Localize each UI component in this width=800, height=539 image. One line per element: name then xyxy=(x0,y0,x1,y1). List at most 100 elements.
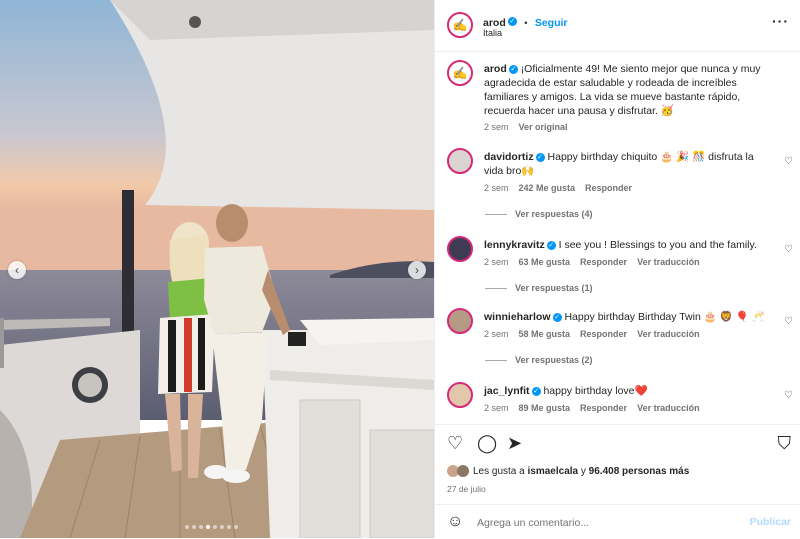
likes-joiner: y xyxy=(580,465,586,477)
share-paper-plane-icon[interactable]: ➤ xyxy=(507,433,522,454)
post-date[interactable]: 27 de julio xyxy=(447,484,486,494)
verified-badge-icon: ✓ xyxy=(552,312,562,322)
see-original-link[interactable]: Ver original xyxy=(519,122,568,132)
comment-text: jac_lynfit ✓ happy birthday love❤️ xyxy=(484,384,766,398)
comment-input[interactable] xyxy=(475,513,739,533)
comment-body: I see you ! Blessings to you and the fam… xyxy=(558,239,757,251)
comment-time[interactable]: 2 sem xyxy=(484,329,509,339)
comment-likes[interactable]: 89 Me gusta xyxy=(519,403,571,413)
comment-body: Happy birthday Birthday Twin 🎂 🦁 🎈 🥂 xyxy=(564,311,765,323)
caption-time[interactable]: 2 sem xyxy=(484,122,509,132)
liker-avatar xyxy=(457,465,469,477)
carousel-dot xyxy=(220,525,224,529)
carousel-dot xyxy=(199,525,203,529)
commenter-handle[interactable]: jac_lynfit xyxy=(484,385,530,397)
caption-avatar[interactable]: ✍ xyxy=(447,60,473,86)
separator: • xyxy=(524,18,528,28)
photo-illustration xyxy=(0,0,434,538)
verified-badge-icon: ✓ xyxy=(531,386,541,396)
next-slide-button[interactable]: › xyxy=(408,261,426,279)
comment-like-heart-icon[interactable]: ♡ xyxy=(784,156,793,167)
signature-logo-icon: ✍ xyxy=(452,18,468,32)
post-location[interactable]: Italia xyxy=(483,28,502,38)
verified-badge-icon: ✓ xyxy=(508,64,518,74)
likes-row: Les gusta a ismaelcala y 96.408 personas… xyxy=(447,465,689,477)
commenter-avatar[interactable] xyxy=(447,308,473,334)
carousel-dot xyxy=(185,525,189,529)
commenter-handle[interactable]: lennykravitz xyxy=(484,239,545,251)
signature-logo-icon: ✍ xyxy=(452,66,468,80)
commenter-avatar[interactable] xyxy=(447,382,473,408)
carousel-dot xyxy=(213,525,217,529)
emoji-picker-icon[interactable]: ☺ xyxy=(447,513,463,531)
publish-button[interactable]: Publicar xyxy=(750,516,791,528)
comment-likes[interactable]: 242 Me gusta xyxy=(519,183,576,193)
post-header: ✍ arod ✓ • Seguir Italia ··· xyxy=(435,0,800,52)
comment-meta: 2 sem 89 Me gusta Responder Ver traducción xyxy=(484,403,700,413)
carousel-dot xyxy=(206,525,210,529)
carousel-dot xyxy=(234,525,238,529)
caption-text: arod ✓ ¡Oficialmente 49! Me siento mejor … xyxy=(484,62,766,118)
translate-link[interactable]: Ver traducción xyxy=(637,329,700,339)
comment-text: davidortiz ✓ Happy birthday chiquito 🎂 🎉 … xyxy=(484,150,766,178)
commenter-avatar[interactable] xyxy=(447,148,473,174)
reply-button[interactable]: Responder xyxy=(580,403,627,413)
likes-count[interactable]: 96.408 personas más xyxy=(589,466,690,477)
caption-meta: 2 sem Ver original xyxy=(484,122,568,132)
translate-link[interactable]: Ver traducción xyxy=(637,257,700,267)
reply-button[interactable]: Responder xyxy=(580,257,627,267)
view-replies-label: Ver respuestas (1) xyxy=(515,283,593,293)
follow-button[interactable]: Seguir xyxy=(535,17,568,29)
commenter-avatar[interactable] xyxy=(447,236,473,262)
replies-divider xyxy=(485,287,507,289)
comment-composer: ☺ Publicar xyxy=(435,504,800,539)
comment-meta: 2 sem 58 Me gusta Responder Ver traducción xyxy=(484,329,700,339)
liker-handle[interactable]: ismaelcala xyxy=(528,466,579,477)
previous-slide-button[interactable]: ‹ xyxy=(8,261,26,279)
comment-like-heart-icon[interactable]: ♡ xyxy=(784,316,793,327)
comment-time[interactable]: 2 sem xyxy=(484,183,509,193)
view-replies-button[interactable]: Ver respuestas (2) xyxy=(485,355,593,365)
save-bookmark-icon[interactable]: ⛉ xyxy=(778,433,792,454)
comment-meta: 2 sem 63 Me gusta Responder Ver traducción xyxy=(484,257,700,267)
view-replies-label: Ver respuestas (2) xyxy=(515,355,593,365)
replies-divider xyxy=(485,359,507,361)
comment-body: happy birthday love❤️ xyxy=(543,385,648,397)
commenter-handle[interactable]: davidortiz xyxy=(484,151,534,163)
post-photo[interactable]: ‹ › xyxy=(0,0,434,538)
translate-link[interactable]: Ver traducción xyxy=(637,403,700,413)
reply-button[interactable]: Responder xyxy=(580,329,627,339)
carousel-dot xyxy=(227,525,231,529)
comment-like-heart-icon[interactable]: ♡ xyxy=(784,390,793,401)
comment-meta: 2 sem 242 Me gusta Responder xyxy=(484,183,632,193)
author-avatar[interactable]: ✍ xyxy=(447,12,473,38)
reply-button[interactable]: Responder xyxy=(585,183,632,193)
carousel-dot xyxy=(192,525,196,529)
verified-badge-icon: ✓ xyxy=(546,240,556,250)
likes-text: Les gusta a ismaelcala y 96.408 personas… xyxy=(473,466,689,477)
caption-body: ¡Oficialmente 49! Me siento mejor que nu… xyxy=(484,63,761,117)
comment-time[interactable]: 2 sem xyxy=(484,257,509,267)
carousel-dots xyxy=(185,525,238,529)
comment-text: lennykravitz ✓ I see you ! Blessings to y… xyxy=(484,238,766,252)
comment-bubble-icon[interactable]: ◯ xyxy=(477,433,497,454)
comment-like-heart-icon[interactable]: ♡ xyxy=(784,244,793,255)
chevron-right-icon: › xyxy=(415,263,419,277)
caption-author[interactable]: arod xyxy=(484,63,507,75)
action-bar: ♡ ◯ ➤ ⛉ Les gusta a ismaelcala y 96.408 … xyxy=(435,424,800,505)
replies-divider xyxy=(485,213,507,215)
chevron-left-icon: ‹ xyxy=(15,263,19,277)
view-replies-button[interactable]: Ver respuestas (1) xyxy=(485,283,593,293)
comment-time[interactable]: 2 sem xyxy=(484,403,509,413)
commenter-handle[interactable]: winnieharlow xyxy=(484,311,551,323)
view-replies-label: Ver respuestas (4) xyxy=(515,209,593,219)
verified-badge-icon: ✓ xyxy=(535,152,545,162)
post-panel: ✍ arod ✓ • Seguir Italia ··· ✍ arod ✓ ¡Ofi… xyxy=(434,0,800,538)
more-options-icon[interactable]: ··· xyxy=(772,13,789,29)
likes-prefix: Les gusta a xyxy=(473,465,525,477)
view-replies-button[interactable]: Ver respuestas (4) xyxy=(485,209,593,219)
comment-likes[interactable]: 58 Me gusta xyxy=(519,329,571,339)
comment-likes[interactable]: 63 Me gusta xyxy=(519,257,571,267)
like-heart-icon[interactable]: ♡ xyxy=(447,433,463,454)
verified-badge-icon: ✓ xyxy=(507,17,517,27)
